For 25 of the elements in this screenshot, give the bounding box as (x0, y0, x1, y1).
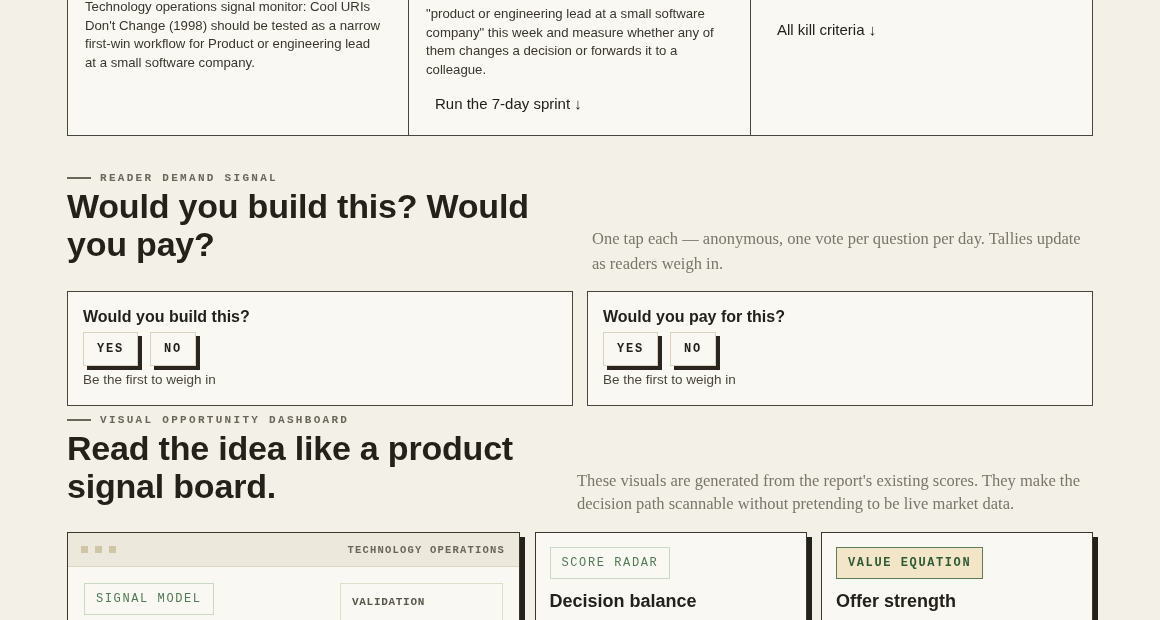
section-eyebrow: VISUAL OPPORTUNITY DASHBOARD (100, 413, 350, 427)
panel-tag: SIGNAL MODEL (84, 583, 214, 615)
section-intro: These visuals are generated from the report's existing scores. They make the decision path scannable without pretending to be live market data. (577, 470, 1081, 515)
vote-button[interactable]: YES (83, 332, 142, 370)
card-text: Technology operations signal monitor: Cool URIs Don't Change (1998) should be tested as a narrow first-win workflow for Product or engineering lead at a small software company. (85, 0, 382, 72)
poll-status: Be the first to weigh in (603, 372, 737, 388)
section-eyebrow: READER DEMAND SIGNAL (100, 171, 279, 185)
vote-button[interactable]: NO (150, 332, 201, 370)
poll-question: Would you pay for this? (603, 307, 786, 327)
panel-tag: SCORE RADAR (549, 547, 671, 579)
vote-button[interactable]: NO (670, 332, 721, 370)
poll-question: Would you build this? (83, 307, 251, 327)
card-text: "product or engineering lead at a small software company" this week and measure whether any of them changes a decision or forwards it to a colleague. (426, 5, 715, 79)
panel-title: Decision balance (549, 590, 697, 613)
poll-status: Be the first to weigh in (83, 372, 217, 388)
metric-label: VALIDATION (352, 595, 426, 609)
panel-title: Offer strength (836, 590, 956, 613)
vote-button[interactable]: YES (603, 332, 662, 370)
section-title: Read the idea like a product signal board. (67, 429, 514, 505)
section-intro: One tap each — anonymous, one vote per question per day. Tallies update as readers weigh in. (592, 228, 1082, 275)
jump-link[interactable]: Run the 7-day sprint ↓ (426, 88, 591, 120)
panel-tag: VALUE EQUATION (836, 547, 984, 579)
panel-header-label: TECHNOLOGY OPERATIONS (347, 543, 505, 556)
jump-link[interactable]: All kill criteria ↓ (777, 14, 886, 46)
section-title: Would you build this? Would you pay? (67, 187, 530, 263)
